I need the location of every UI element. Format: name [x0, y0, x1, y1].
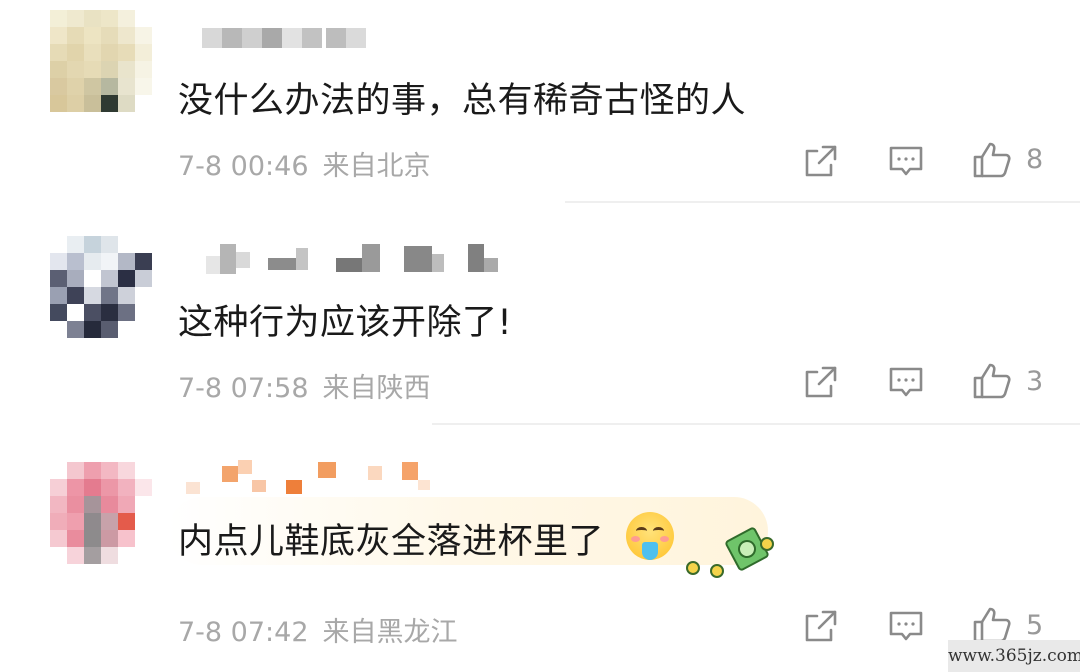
comment-icon[interactable]: [888, 143, 924, 179]
watermark: www.365jz.com: [948, 640, 1080, 672]
avatar[interactable]: [50, 236, 152, 338]
share-icon[interactable]: [803, 364, 839, 400]
comment-date: 7-8 00:46: [178, 151, 309, 182]
comment-date: 7-8 07:58: [178, 373, 309, 404]
comment-icon[interactable]: [888, 608, 924, 644]
comment-text: 这种行为应该开除了!: [178, 303, 513, 343]
comment-text: 内点儿鞋底灰全落进杯里了: [178, 522, 605, 562]
comment-meta: 7-8 07:42 来自黑龙江: [178, 610, 458, 649]
share-icon[interactable]: [803, 143, 839, 179]
like-count: 5: [1026, 610, 1044, 641]
comment-date: 7-8 07:42: [178, 617, 309, 648]
divider: [565, 201, 1080, 203]
avatar[interactable]: [50, 462, 152, 564]
like-count: 8: [1026, 144, 1044, 175]
comment-location: 来自黑龙江: [322, 617, 458, 648]
comment-meta: 7-8 07:58 来自陕西: [178, 366, 431, 405]
thumbs-up-icon[interactable]: [972, 606, 1012, 644]
thumbs-up-icon[interactable]: [972, 362, 1012, 400]
comment-text: 没什么办法的事，总有稀奇古怪的人: [178, 81, 747, 121]
comment-icon[interactable]: [888, 364, 924, 400]
coin-icon: [710, 564, 724, 578]
like-count: 3: [1026, 366, 1044, 397]
vomiting-face-emoji-icon: [626, 512, 674, 560]
avatar[interactable]: [50, 10, 152, 112]
thumbs-up-icon[interactable]: [972, 141, 1012, 179]
comment-location: 来自陕西: [322, 373, 431, 404]
comment-meta: 7-8 00:46 来自北京: [178, 144, 431, 183]
coin-icon: [760, 537, 774, 551]
share-icon[interactable]: [803, 608, 839, 644]
comment-location: 来自北京: [322, 151, 431, 182]
divider: [432, 423, 1080, 425]
coin-icon: [686, 561, 700, 575]
